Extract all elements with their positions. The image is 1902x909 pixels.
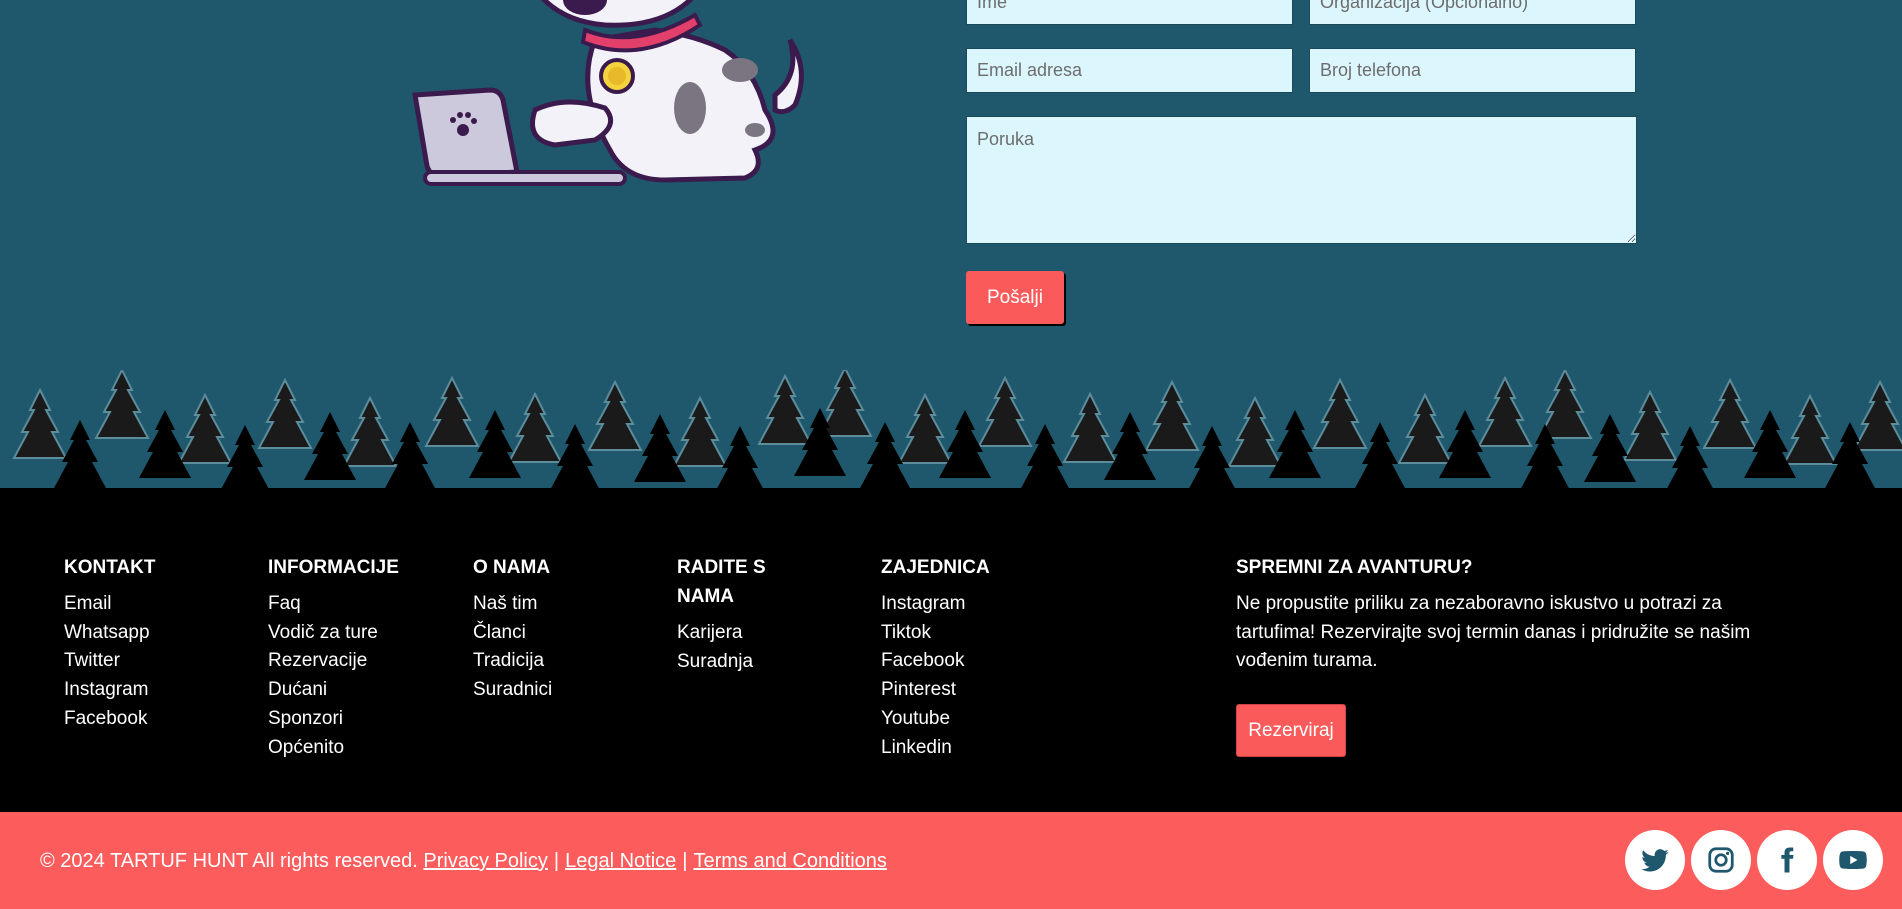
footer-link[interactable]: Naš tim	[473, 590, 623, 619]
footer-link[interactable]: Suradnja	[677, 648, 787, 677]
footer-link[interactable]: Linkedin	[881, 734, 1031, 763]
instagram-icon[interactable]	[1691, 830, 1751, 890]
separator: |	[682, 850, 688, 872]
copyright-line: © 2024 TARTUF HUNT All rights reserved. …	[40, 850, 887, 873]
book-button[interactable]: Rezerviraj	[1236, 704, 1346, 757]
footer-link[interactable]: Whatsapp	[64, 619, 234, 648]
youtube-icon[interactable]	[1823, 830, 1883, 890]
footer: KONTAKT Email Whatsapp Twitter Instagram…	[0, 500, 1902, 812]
footer-link[interactable]: Karijera	[677, 619, 787, 648]
footer-link[interactable]: Članci	[473, 619, 623, 648]
forest-silhouette	[0, 370, 1902, 510]
footer-link[interactable]: Email	[64, 590, 234, 619]
privacy-policy-link[interactable]: Privacy Policy	[423, 850, 547, 872]
footer-column-kontakt: KONTAKT Email Whatsapp Twitter Instagram…	[64, 553, 234, 734]
footer-column-radite-s-nama: RADITE S NAMA Karijera Suradnja	[677, 553, 787, 676]
footer-link[interactable]: Twitter	[64, 647, 234, 676]
footer-link[interactable]: Instagram	[881, 590, 1031, 619]
column-title: O NAMA	[473, 557, 551, 578]
contact-section: Pošalji	[0, 0, 1902, 380]
organization-input[interactable]	[1309, 0, 1636, 25]
footer-link[interactable]: Pinterest	[881, 676, 1031, 705]
footer-link[interactable]: Facebook	[881, 647, 1031, 676]
phone-input[interactable]	[1309, 48, 1636, 93]
footer-column-informacije: INFORMACIJE Faq Vodič za ture Rezervacij…	[268, 553, 438, 762]
column-title: KONTAKT	[64, 557, 156, 578]
footer-link[interactable]: Youtube	[881, 705, 1031, 734]
cta-text: Ne propustite priliku za nezaboravno isk…	[1236, 593, 1751, 672]
footer-link[interactable]: Instagram	[64, 676, 234, 705]
send-button[interactable]: Pošalji	[966, 271, 1064, 324]
name-input[interactable]	[966, 0, 1293, 25]
column-title: ZAJEDNICA	[881, 557, 990, 578]
twitter-icon[interactable]	[1625, 830, 1685, 890]
footer-link[interactable]: Rezervacije	[268, 647, 438, 676]
email-input[interactable]	[966, 48, 1293, 93]
footer-link[interactable]: Vodič za ture	[268, 619, 438, 648]
footer-link[interactable]: Sponzori	[268, 705, 438, 734]
footer-column-zajednica: ZAJEDNICA Instagram Tiktok Facebook Pint…	[881, 553, 1031, 762]
footer-link[interactable]: Tradicija	[473, 647, 623, 676]
facebook-icon[interactable]	[1757, 830, 1817, 890]
footer-link[interactable]: Suradnici	[473, 676, 623, 705]
bottom-bar: © 2024 TARTUF HUNT All rights reserved. …	[0, 812, 1902, 909]
separator: |	[553, 850, 560, 872]
cta-title: SPREMNI ZA AVANTURU?	[1236, 557, 1473, 578]
footer-column-o-nama: O NAMA Naš tim Članci Tradicija Suradnic…	[473, 553, 623, 705]
footer-link[interactable]: Dućani	[268, 676, 438, 705]
footer-link[interactable]: Facebook	[64, 705, 234, 734]
column-title: RADITE S NAMA	[677, 557, 766, 607]
copyright-text: © 2024 TARTUF HUNT All rights reserved.	[40, 850, 418, 872]
message-textarea[interactable]	[966, 116, 1637, 244]
legal-notice-link[interactable]: Legal Notice	[565, 850, 676, 872]
dog-laptop-illustration	[412, 0, 804, 186]
footer-link[interactable]: Tiktok	[881, 619, 1031, 648]
column-title: INFORMACIJE	[268, 557, 399, 578]
footer-link[interactable]: Općenito	[268, 734, 438, 763]
terms-link[interactable]: Terms and Conditions	[693, 850, 886, 872]
cta-block: SPREMNI ZA AVANTURU? Ne propustite prili…	[1236, 553, 1796, 757]
footer-link[interactable]: Faq	[268, 590, 438, 619]
